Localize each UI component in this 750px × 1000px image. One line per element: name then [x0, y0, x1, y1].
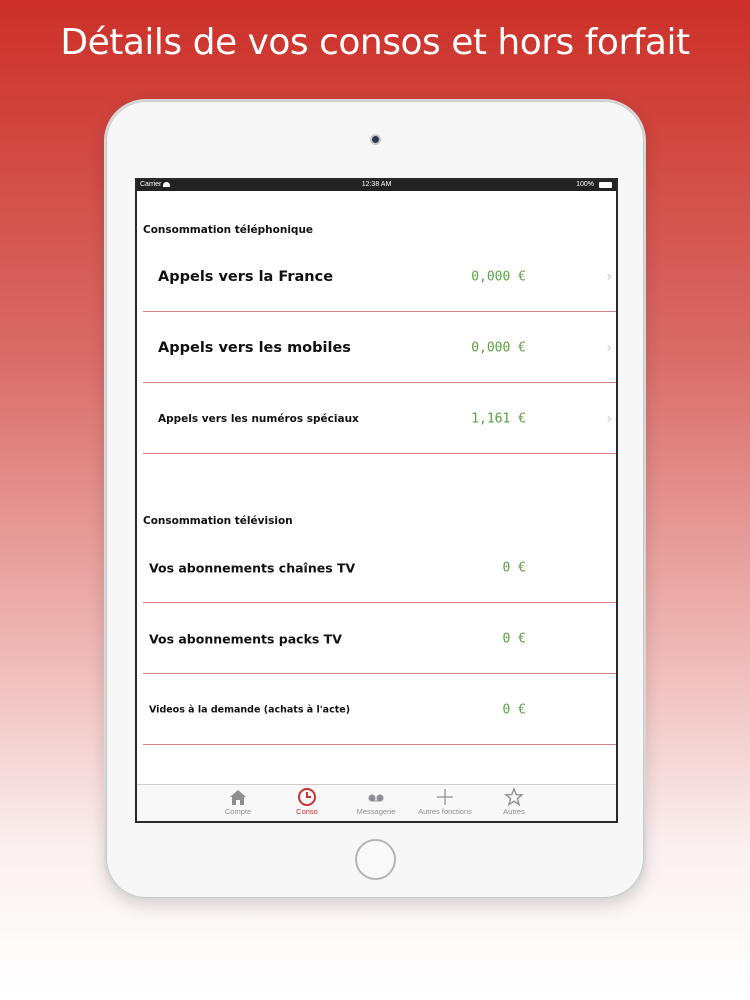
chevron-right-icon: › — [606, 410, 612, 427]
row-label: Videos à la demande (achats à l'acte) — [149, 704, 351, 715]
status-time: 12:38 AM — [361, 181, 392, 188]
tab-bar: Compte Conso Messagerie Autres fonctions… — [137, 784, 616, 821]
row-value: 0,000 € — [471, 269, 526, 284]
clock-icon — [298, 788, 316, 806]
section-header-tv: Consommation télévision — [143, 515, 293, 527]
voicemail-icon — [368, 794, 384, 802]
row-abonnements-packs: Vos abonnements packs TV 0 € — [143, 604, 616, 674]
row-videos-demande: Videos à la demande (achats à l'acte) 0 … — [143, 675, 616, 745]
tab-label: Conso — [296, 807, 318, 816]
row-label: Appels vers les numéros spéciaux — [158, 412, 359, 425]
app-screen: Carrier 12:38 AM 100% Consommation télép… — [135, 178, 618, 823]
headline: Détails de vos consos et hors forfait — [60, 22, 690, 63]
status-bar: Carrier 12:38 AM 100% — [137, 180, 616, 191]
row-value: 0,000 € — [471, 340, 526, 355]
chevron-right-icon: › — [606, 268, 612, 285]
row-value: 0 € — [502, 560, 526, 575]
tab-autres-fonctions[interactable]: Autres fonctions — [410, 787, 480, 816]
tab-label: Compte — [224, 807, 252, 816]
tablet-frame: Carrier 12:38 AM 100% Consommation télép… — [104, 99, 646, 900]
row-appels-france[interactable]: Appels vers la France 0,000 € › — [143, 242, 616, 312]
row-value: 1,161 € — [471, 411, 526, 426]
row-label: Vos abonnements packs TV — [149, 631, 342, 646]
battery-icon — [599, 182, 612, 188]
tab-label: Messagerie — [356, 807, 396, 816]
star-icon — [504, 787, 524, 807]
row-label: Appels vers les mobiles — [158, 339, 351, 356]
tab-label: Autres fonctions — [418, 807, 472, 816]
row-appels-speciaux[interactable]: Appels vers les numéros spéciaux 1,161 €… — [143, 384, 616, 454]
row-value: 0 € — [502, 702, 526, 717]
tab-compte[interactable]: Compte — [203, 787, 273, 816]
section-header-phone: Consommation téléphonique — [143, 224, 314, 236]
camera-icon — [370, 134, 381, 145]
row-value: 0 € — [502, 631, 526, 646]
tab-messagerie[interactable]: Messagerie — [341, 787, 411, 816]
row-label: Vos abonnements chaînes TV — [149, 560, 356, 575]
row-abonnements-chaines: Vos abonnements chaînes TV 0 € — [143, 533, 616, 603]
row-appels-mobiles[interactable]: Appels vers les mobiles 0,000 € › — [143, 313, 616, 383]
battery-percent: 100% — [576, 181, 594, 188]
home-icon — [230, 790, 246, 805]
plus-icon — [437, 789, 453, 805]
home-button[interactable] — [355, 839, 396, 880]
tab-label: Autres — [503, 807, 525, 816]
tab-autres[interactable]: Autres — [479, 787, 549, 816]
tab-conso[interactable]: Conso — [272, 787, 342, 816]
row-label: Appels vers la France — [158, 268, 334, 285]
chevron-right-icon: › — [606, 339, 612, 356]
